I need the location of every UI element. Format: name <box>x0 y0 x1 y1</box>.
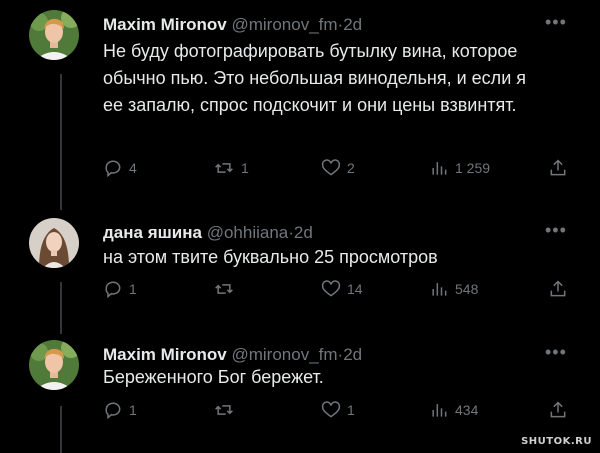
reply-icon <box>105 281 121 299</box>
share-icon <box>550 401 566 418</box>
reply-count: 1 <box>129 402 137 418</box>
share-button[interactable] <box>548 156 568 180</box>
action-bar: 4 1 2 1 259 <box>103 156 573 180</box>
timestamp[interactable]: 2d <box>343 345 362 364</box>
tweet-header: Maxim Mironov @mironov_fm·2d <box>103 14 362 36</box>
timestamp[interactable]: 2d <box>294 223 313 242</box>
retweet-button[interactable] <box>213 277 241 301</box>
views-button[interactable]: 1 259 <box>429 156 490 180</box>
views-icon <box>432 404 447 417</box>
more-icon[interactable]: ••• <box>545 220 567 241</box>
reply-icon <box>105 160 121 178</box>
timestamp[interactable]: 2d <box>343 15 362 34</box>
share-icon <box>550 280 566 297</box>
like-icon <box>321 401 341 418</box>
like-icon <box>321 159 341 176</box>
tweet-thread: Maxim Mironov @mironov_fm·2d ••• Не буду… <box>0 0 600 453</box>
reply-button[interactable]: 1 <box>103 277 137 301</box>
like-button[interactable]: 1 <box>321 398 355 422</box>
author-name[interactable]: дана яшина <box>103 223 202 242</box>
views-button[interactable]: 548 <box>429 277 478 301</box>
reply-count: 1 <box>129 281 137 297</box>
views-button[interactable]: 434 <box>429 398 478 422</box>
like-count: 2 <box>347 160 355 176</box>
author-handle[interactable]: @mironov_fm <box>231 15 337 34</box>
avatar[interactable] <box>29 218 79 268</box>
retweet-icon <box>215 163 233 173</box>
reply-button[interactable]: 4 <box>103 156 137 180</box>
more-icon[interactable]: ••• <box>545 342 567 363</box>
retweet-count: 1 <box>241 160 249 176</box>
reply-button[interactable]: 1 <box>103 398 137 422</box>
retweet-button[interactable] <box>213 398 241 422</box>
avatar[interactable] <box>29 10 79 60</box>
tweet[interactable]: Maxim Mironov @mironov_fm·2d ••• Не буду… <box>0 10 600 190</box>
tweet[interactable]: Maxim Mironov @mironov_fm·2d ••• Бережен… <box>0 340 600 430</box>
retweet-icon <box>215 284 233 294</box>
reply-icon <box>105 402 121 420</box>
share-icon <box>550 159 566 176</box>
views-icon <box>432 283 447 296</box>
views-count: 434 <box>455 402 479 418</box>
tweet-text: на этом твите буквально 25 просмотров <box>103 247 438 267</box>
author-name[interactable]: Maxim Mironov <box>103 15 227 34</box>
tweet-text: Береженного Бог бережет. <box>103 367 324 387</box>
author-name[interactable]: Maxim Mironov <box>103 345 227 364</box>
tweet-header: дана яшина @ohhiiana·2d <box>103 222 313 244</box>
author-handle[interactable]: @mironov_fm <box>231 345 337 364</box>
like-button[interactable]: 2 <box>321 156 355 180</box>
tweet[interactable]: дана яшина @ohhiiana·2d ••• на этом твит… <box>0 218 600 310</box>
retweet-button[interactable]: 1 <box>213 156 249 180</box>
author-handle[interactable]: @ohhiiana <box>207 223 289 242</box>
views-icon <box>432 162 447 175</box>
avatar[interactable] <box>29 340 79 390</box>
share-button[interactable] <box>548 398 568 422</box>
tweet-header: Maxim Mironov @mironov_fm·2d <box>103 344 362 366</box>
action-bar: 1 1 434 <box>103 398 573 422</box>
watermark: SHUTOK.RU <box>521 436 592 447</box>
action-bar: 1 14 548 <box>103 277 573 301</box>
like-count: 14 <box>347 281 363 297</box>
retweet-icon <box>215 405 233 415</box>
like-icon <box>321 280 341 297</box>
views-count: 1 259 <box>455 160 491 176</box>
share-button[interactable] <box>548 277 568 301</box>
views-count: 548 <box>455 281 479 297</box>
like-count: 1 <box>347 402 355 418</box>
more-icon[interactable]: ••• <box>545 12 567 33</box>
tweet-text: Не буду фотографировать бутылку вина, ко… <box>103 41 526 115</box>
reply-count: 4 <box>129 160 137 176</box>
like-button[interactable]: 14 <box>321 277 363 301</box>
